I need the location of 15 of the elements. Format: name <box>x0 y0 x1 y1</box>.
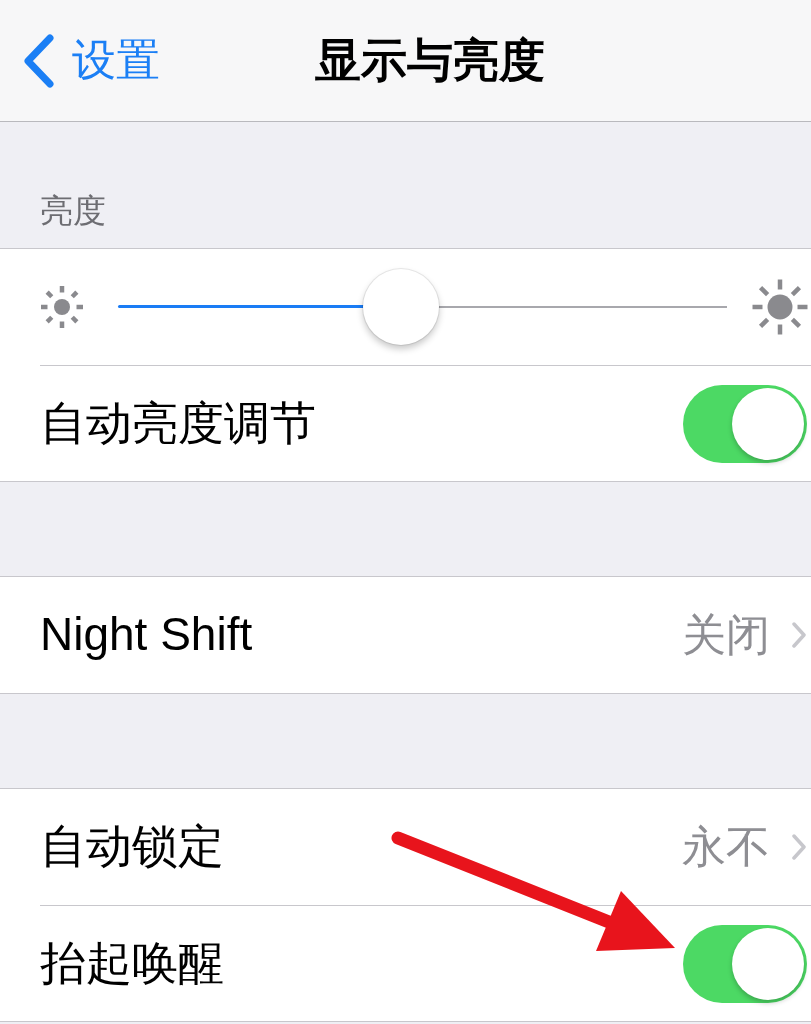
slider-thumb[interactable] <box>363 269 440 345</box>
row-label: 自动亮度调节 <box>40 395 316 451</box>
brightness-slider[interactable] <box>118 269 727 345</box>
row-label: 自动锁定 <box>40 819 224 875</box>
chevron-icon <box>792 834 806 860</box>
sun-small-icon <box>40 285 84 329</box>
row-value: 关闭 <box>682 608 770 661</box>
sun-large-icon <box>752 279 808 335</box>
back-button[interactable]: 设置 <box>20 29 160 92</box>
row-label: 抬起唤醒 <box>40 935 224 991</box>
section-header: 亮度 <box>40 191 106 231</box>
nav-title: 显示与亮度 <box>315 32 545 88</box>
row-label: Night Shift <box>40 607 253 663</box>
row-value: 永不 <box>682 820 770 873</box>
chevron-icon <box>792 622 806 648</box>
